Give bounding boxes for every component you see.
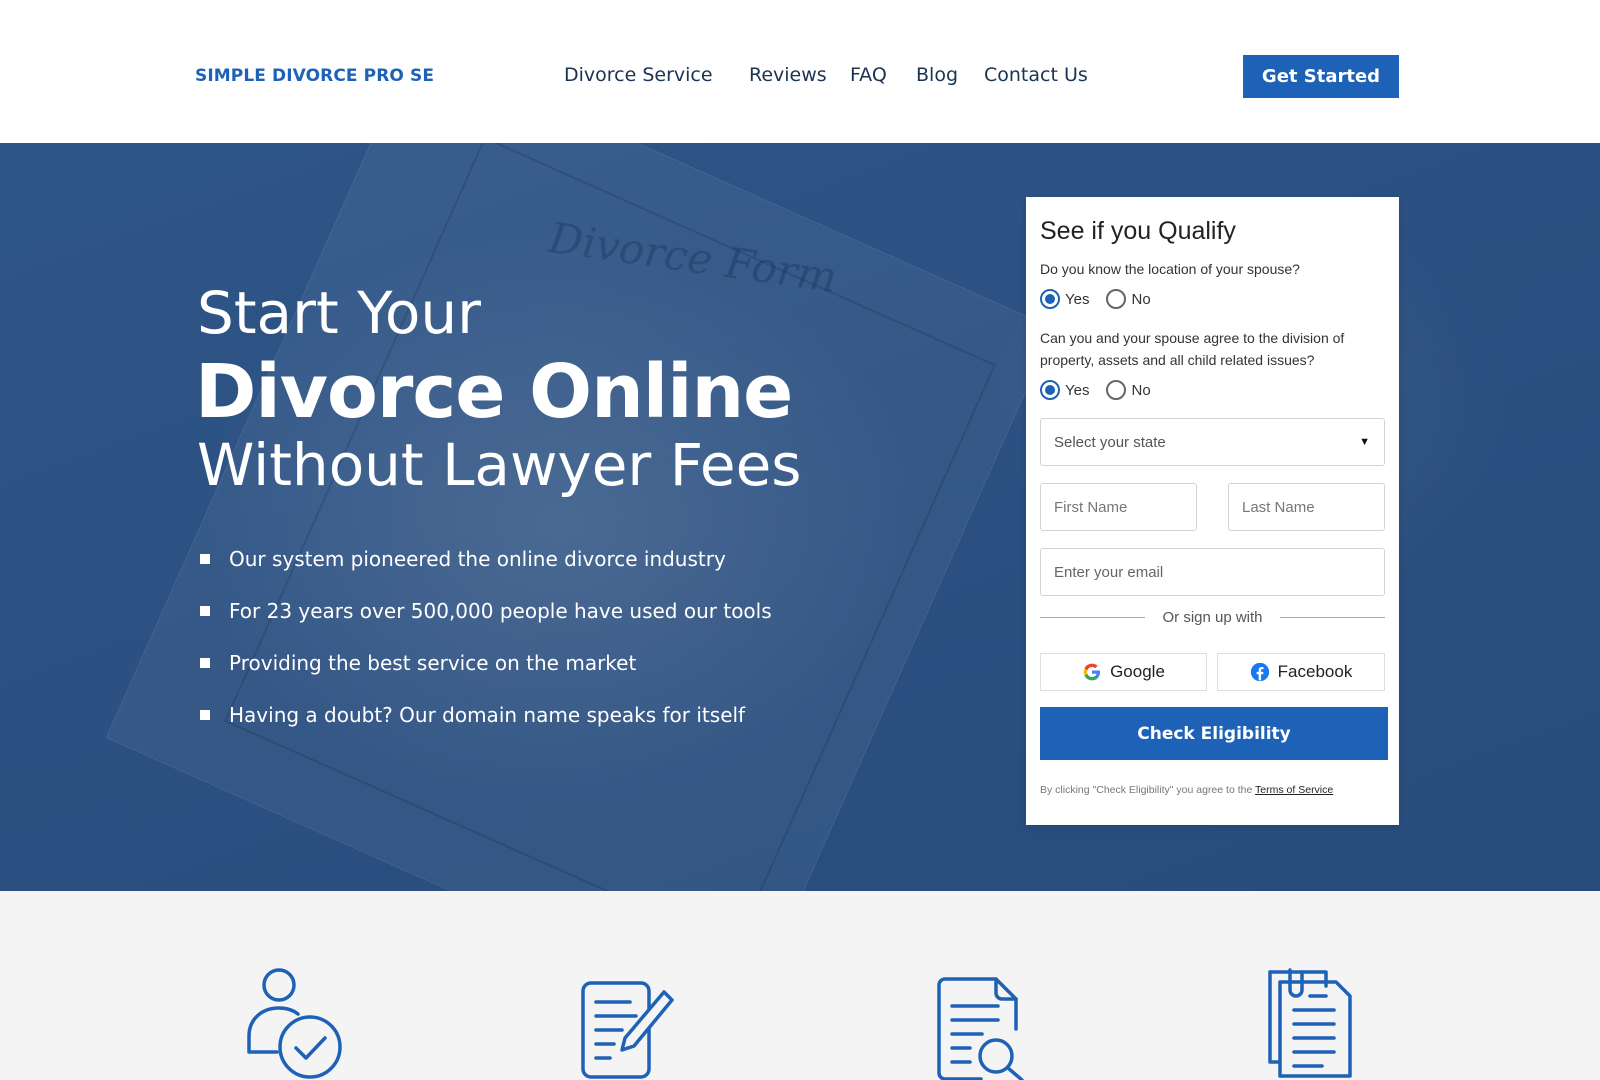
site-header: SIMPLE DIVORCE PRO SE Divorce Service Re…	[0, 0, 1600, 143]
facebook-signup-button[interactable]: Facebook	[1217, 653, 1385, 691]
get-started-button[interactable]: Get Started	[1243, 55, 1399, 98]
radio-q2-yes-label: Yes	[1065, 381, 1090, 399]
radio-q1-no-label: No	[1131, 290, 1151, 308]
terms-of-service-link[interactable]: Terms of Service	[1255, 784, 1333, 796]
google-label: Google	[1110, 662, 1165, 681]
documents-clip-icon	[1268, 968, 1352, 1078]
nav-contact-us[interactable]: Contact Us	[984, 64, 1088, 86]
form-title: See if you Qualify	[1040, 217, 1236, 245]
nav-blog[interactable]: Blog	[916, 64, 958, 86]
bullet-text: Having a doubt? Our domain name speaks f…	[229, 703, 746, 727]
nav-reviews[interactable]: Reviews	[749, 64, 827, 86]
nav-faq[interactable]: FAQ	[850, 64, 887, 86]
last-name-input[interactable]: Last Name	[1228, 483, 1385, 531]
radio-q2-yes[interactable]	[1040, 380, 1060, 400]
google-signup-button[interactable]: Google	[1040, 653, 1207, 691]
terms-text: By clicking "Check Eligibility" you agre…	[1040, 784, 1253, 796]
check-eligibility-button[interactable]: Check Eligibility	[1040, 707, 1388, 760]
bullet-square-icon	[200, 710, 210, 720]
dropdown-caret-icon: ▼	[1359, 436, 1370, 448]
facebook-icon	[1250, 662, 1269, 682]
hero-heading-line2: Divorce Online	[195, 349, 793, 435]
bullet-item: Our system pioneered the online divorce …	[200, 533, 772, 585]
radio-group-agreement: Yes No	[1040, 380, 1168, 400]
features-section	[0, 891, 1600, 1080]
question-spouse-location: Do you know the location of your spouse?	[1040, 261, 1300, 277]
bullet-square-icon	[200, 606, 210, 616]
site-logo[interactable]: SIMPLE DIVORCE PRO SE	[195, 66, 434, 86]
radio-q1-no[interactable]	[1106, 289, 1127, 309]
bullet-text: Our system pioneered the online divorce …	[229, 547, 726, 571]
bullet-item: For 23 years over 500,000 people have us…	[200, 585, 772, 637]
bullet-square-icon	[200, 554, 210, 564]
state-select-value: Select your state	[1054, 433, 1166, 451]
terms-notice: By clicking "Check Eligibility" you agre…	[1040, 784, 1333, 796]
radio-q1-yes-label: Yes	[1065, 290, 1090, 308]
bullet-text: For 23 years over 500,000 people have us…	[229, 599, 772, 623]
divider-line	[1040, 616, 1146, 618]
document-edit-icon	[581, 981, 674, 1079]
hero-bullet-list: Our system pioneered the online divorce …	[200, 533, 772, 741]
radio-q2-no-label: No	[1131, 381, 1151, 399]
bullet-item: Having a doubt? Our domain name speaks f…	[200, 689, 772, 741]
divider-text: Or sign up with	[1162, 608, 1263, 626]
first-name-input[interactable]: First Name	[1040, 483, 1197, 531]
divider-line	[1279, 616, 1386, 618]
nav-divorce-service[interactable]: Divorce Service	[564, 64, 713, 86]
qualify-form-card: See if you Qualify Do you know the locat…	[1026, 197, 1399, 825]
radio-q2-no[interactable]	[1106, 380, 1127, 400]
email-input[interactable]: Enter your email	[1040, 548, 1385, 596]
hero-heading-line1: Start Your	[197, 279, 481, 347]
social-divider: Or sign up with	[1040, 607, 1386, 627]
facebook-label: Facebook	[1277, 662, 1353, 681]
bullet-item: Providing the best service on the market	[200, 637, 772, 689]
question-agreement: Can you and your spouse agree to the div…	[1040, 330, 1345, 368]
bullet-text: Providing the best service on the market	[229, 651, 637, 675]
user-check-icon	[247, 968, 342, 1079]
radio-group-spouse-location: Yes No	[1040, 289, 1168, 309]
state-select[interactable]: Select your state ▼	[1040, 418, 1385, 466]
hero-heading-line3: Without Lawyer Fees	[197, 431, 802, 499]
bullet-square-icon	[200, 658, 210, 668]
document-search-icon	[937, 977, 1024, 1080]
google-icon	[1083, 663, 1101, 681]
radio-q1-yes[interactable]	[1040, 289, 1060, 309]
